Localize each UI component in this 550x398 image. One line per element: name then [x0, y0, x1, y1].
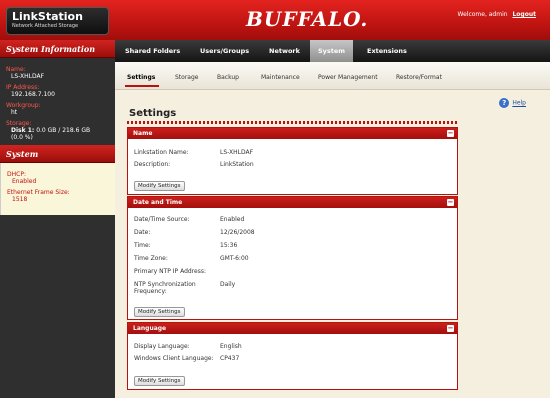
language-section: Language − Display Language: English Win…	[127, 322, 458, 390]
name-section-title: Name	[133, 130, 153, 137]
ntp-frequency-label-line2: Frequency:	[134, 288, 167, 295]
page-title: Settings	[129, 108, 177, 119]
name-label: Name:	[6, 66, 26, 73]
subtab-maintenance[interactable]: Maintenance	[261, 74, 300, 81]
welcome-text: Welcome, admin	[457, 11, 508, 18]
collapse-icon[interactable]: −	[447, 130, 454, 137]
system-information-title: System Information	[0, 40, 115, 58]
subtab-storage[interactable]: Storage	[175, 74, 198, 81]
ntp-frequency-label: NTP Synchronization Frequency:	[134, 281, 196, 295]
windows-client-language-label: Windows Client Language:	[134, 355, 214, 362]
subtab-settings[interactable]: Settings	[127, 74, 155, 81]
time-value: 15:36	[220, 242, 238, 249]
date-value: 12/26/2008	[220, 229, 255, 236]
subtab-restore-format[interactable]: Restore/Format	[396, 74, 442, 81]
header: LinkStation Network Attached Storage BUF…	[0, 0, 550, 40]
main-content: ? Help Settings Name − Linkstation Name: …	[115, 90, 550, 398]
date-time-section: Date and Time − Date/Time Source: Enable…	[127, 196, 458, 320]
time-source-value: Enabled	[220, 216, 245, 223]
workgroup-label: Workgroup:	[6, 102, 41, 109]
frame-size-value: 1518	[12, 196, 28, 203]
time-zone-label: Time Zone:	[134, 255, 168, 262]
sub-nav: Settings Storage Backup Maintenance Powe…	[115, 62, 550, 90]
subtab-backup[interactable]: Backup	[217, 74, 239, 81]
language-section-header[interactable]: Language −	[128, 323, 457, 334]
name-value: LS-XHLDAF	[11, 73, 45, 80]
tab-users-groups[interactable]: Users/Groups	[200, 40, 249, 62]
dhcp-value: Enabled	[12, 178, 37, 185]
ntp-frequency-label-line1: NTP Synchronization	[134, 281, 196, 288]
system-information-panel: Name: LS-XHLDAF IP Address: 192.168.7.10…	[0, 58, 115, 145]
help-link[interactable]: ? Help	[499, 98, 526, 108]
logo-title: LinkStation	[12, 10, 83, 23]
time-source-label: Date/Time Source:	[134, 216, 190, 223]
title-divider	[127, 121, 457, 124]
storage-label: Storage:	[6, 120, 32, 127]
subtab-power-management[interactable]: Power Management	[318, 74, 378, 81]
storage-value: Disk 1: 0.0 GB / 218.6 GB	[6, 127, 109, 134]
display-language-label: Display Language:	[134, 343, 190, 350]
description-label: Description:	[134, 161, 171, 168]
language-section-title: Language	[133, 325, 167, 332]
active-subtab-underline	[125, 85, 159, 87]
name-section: Name − Linkstation Name: LS-XHLDAF Descr…	[127, 127, 458, 195]
tab-extensions[interactable]: Extensions	[367, 40, 407, 62]
ip-label: IP Address:	[6, 84, 40, 91]
display-language-value: English	[220, 343, 242, 350]
logo-subtitle: Network Attached Storage	[12, 23, 79, 29]
ntp-address-label: Primary NTP IP Address:	[134, 268, 206, 275]
sidebar: System Information Name: LS-XHLDAF IP Ad…	[0, 40, 115, 398]
windows-client-language-value: CP437	[220, 355, 240, 362]
storage-disk-label: Disk 1:	[11, 127, 35, 134]
welcome-area: Welcome, admin Logout	[458, 11, 537, 18]
tab-network[interactable]: Network	[269, 40, 300, 62]
linkstation-name-label: Linkstation Name:	[134, 149, 189, 156]
linkstation-logo: LinkStation Network Attached Storage	[6, 7, 109, 35]
linkstation-name-value: LS-XHLDAF	[220, 149, 254, 156]
ntp-frequency-value: Daily	[220, 281, 236, 288]
tab-shared-folders[interactable]: Shared Folders	[125, 40, 180, 62]
modify-name-settings-button[interactable]: Modify Settings	[134, 181, 185, 191]
date-label: Date:	[134, 229, 151, 236]
collapse-icon[interactable]: −	[447, 325, 454, 332]
date-time-section-title: Date and Time	[133, 199, 183, 206]
name-section-header[interactable]: Name −	[128, 128, 457, 139]
frame-size-label: Ethernet Frame Size:	[7, 189, 70, 196]
system-title: System	[0, 145, 115, 163]
storage-usage: 0.0 GB / 218.6 GB	[36, 127, 91, 134]
workgroup-value: ht	[11, 109, 18, 116]
modify-date-settings-button[interactable]: Modify Settings	[134, 307, 185, 317]
time-zone-value: GMT-6:00	[220, 255, 249, 262]
buffalo-brand: BUFFALO.	[246, 7, 369, 31]
modify-language-settings-button[interactable]: Modify Settings	[134, 376, 185, 386]
logout-link[interactable]: Logout	[512, 11, 536, 18]
top-nav: Shared Folders Users/Groups Network Syst…	[115, 40, 550, 67]
ip-value: 192.168.7.100	[11, 91, 55, 98]
storage-percent: (0.0 %)	[11, 134, 33, 141]
system-panel: DHCP: Enabled Ethernet Frame Size: 1518	[0, 163, 115, 215]
time-label: Time:	[134, 242, 151, 249]
description-value: LinkStation	[220, 161, 254, 168]
date-time-section-header[interactable]: Date and Time −	[128, 197, 457, 208]
help-label[interactable]: Help	[512, 100, 526, 107]
dhcp-label: DHCP:	[7, 171, 26, 178]
collapse-icon[interactable]: −	[447, 199, 454, 206]
tab-system[interactable]: System	[310, 40, 354, 67]
help-icon[interactable]: ?	[499, 98, 510, 108]
